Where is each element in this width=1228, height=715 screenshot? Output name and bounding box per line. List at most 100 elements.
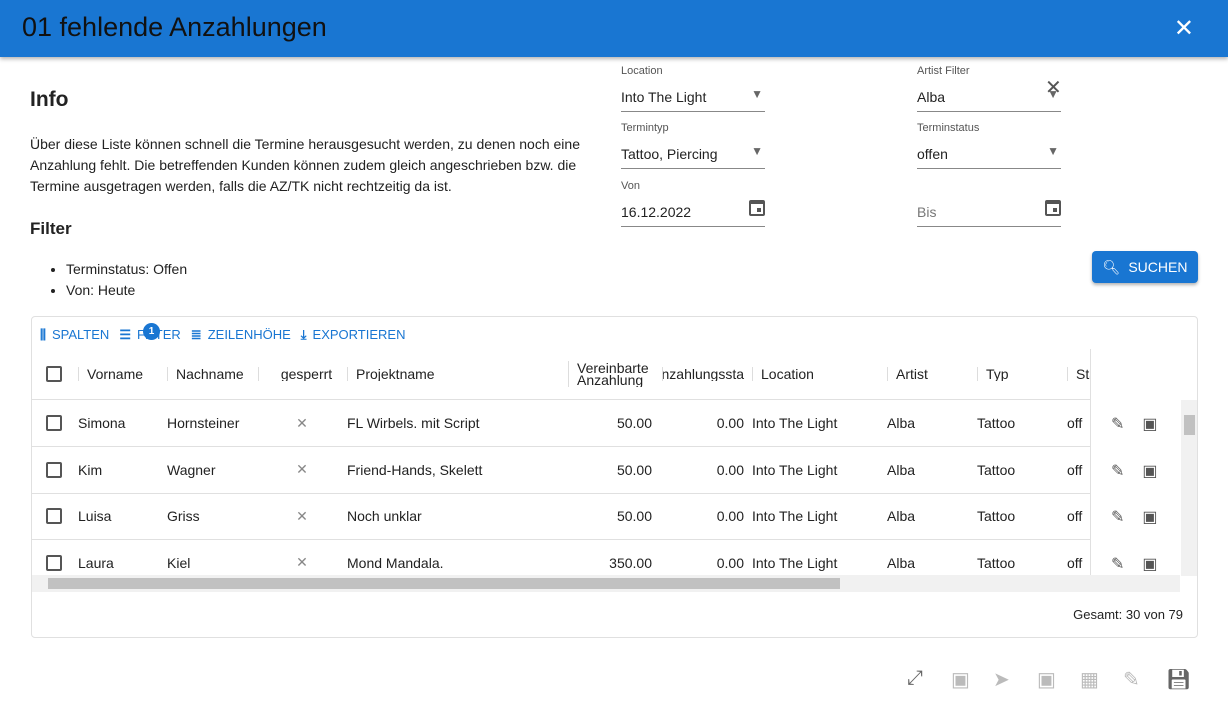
- column-header[interactable]: Anzahlungssta: [662, 367, 752, 381]
- von-label: Von: [621, 180, 640, 192]
- cell: off: [1067, 508, 1083, 524]
- search-button[interactable]: 🔍︎ SUCHEN: [1092, 251, 1198, 283]
- filter-icon: ☰: [119, 327, 131, 342]
- cell: 0.00: [716, 461, 744, 478]
- bis-date-field[interactable]: Bis: [917, 200, 1061, 227]
- cell: ✕: [296, 414, 308, 431]
- row-checkbox[interactable]: [46, 508, 62, 524]
- row-checkbox[interactable]: [46, 366, 62, 382]
- export-label: EXPORTIEREN: [312, 327, 406, 342]
- row-checkbox[interactable]: [46, 554, 62, 571]
- column-header[interactable]: Artist: [887, 367, 977, 381]
- horizontal-scrollbar[interactable]: [32, 575, 1180, 592]
- contact-icon: ▣: [1037, 669, 1056, 691]
- column-header[interactable]: Location: [752, 367, 886, 381]
- termintyp-select[interactable]: Termintyp Tattoo, Piercing ▼: [621, 122, 765, 169]
- filter-item: Terminstatus: Offen: [66, 259, 187, 280]
- cell: Noch unklar: [347, 508, 422, 524]
- data-grid: ⫼SPALTEN ☰FILTER ≣ZEILENHÖHE ⤓EXPORTIERE…: [31, 316, 1198, 638]
- column-header[interactable]: Vereinbarte Anzahlung: [568, 361, 660, 387]
- artist-value: Alba: [917, 89, 946, 105]
- dropdown-arrow-icon: ▼: [1047, 144, 1059, 158]
- column-header[interactable]: Projektname: [347, 367, 567, 381]
- columns-button[interactable]: ⫼ SPALTEN: [40, 327, 109, 343]
- calendar-icon[interactable]: [749, 200, 765, 216]
- location-select[interactable]: Location Into The Light ▼: [621, 65, 765, 112]
- table-row: Kim Wagner ✕ Friend-Hands, Skelett 50.00 0.00…: [32, 447, 1180, 494]
- cell: Into The Light: [752, 508, 838, 524]
- actions-column: ✎ ▣ ✎ ▣ ✎ ▣ ✎ ▣: [1090, 349, 1181, 575]
- edit-icon[interactable]: ✎: [1111, 507, 1124, 527]
- cell: Alba: [887, 508, 916, 524]
- cell: Griss: [167, 508, 200, 524]
- search-icon: 🔍︎: [1102, 258, 1121, 275]
- row-checkbox[interactable]: [46, 461, 62, 478]
- edit-icon: ✎: [1123, 669, 1140, 691]
- calendar-icon: ▦: [1080, 669, 1099, 691]
- cell: 0.00: [716, 508, 744, 524]
- artist-filter-select[interactable]: Artist Filter Alba ▼: [917, 65, 1061, 112]
- columns-label: SPALTEN: [51, 327, 110, 342]
- filter-item: Von: Heute: [66, 280, 187, 301]
- column-header[interactable]: gesperrt: [258, 367, 346, 381]
- checkbox-cell[interactable]: [46, 493, 62, 539]
- dropdown-arrow-icon: ▼: [751, 87, 763, 101]
- edit-icon[interactable]: ✎: [1111, 554, 1124, 574]
- close-icon[interactable]: ✕: [1174, 14, 1194, 43]
- filter-count-badge: 1: [143, 323, 160, 340]
- cell: 50.00: [616, 461, 652, 478]
- von-value: 16.12.2022: [621, 204, 692, 220]
- export-button[interactable]: ⤓ EXPORTIEREN: [301, 327, 406, 343]
- checkbox-cell[interactable]: [46, 400, 62, 446]
- bis-placeholder: Bis: [917, 204, 937, 220]
- table-row: Luisa Griss ✕ Noch unklar 50.00 0.00 Into The …: [32, 493, 1180, 540]
- column-header[interactable]: Sta: [1067, 367, 1092, 381]
- location-value: Into The Light: [621, 89, 707, 105]
- header-row: Vorname Nachname gesperrt Projektname Verein…: [32, 349, 1180, 400]
- checkbox-cell[interactable]: [46, 349, 62, 399]
- calendar-icon[interactable]: [1045, 200, 1061, 216]
- cell: ✕: [296, 461, 308, 477]
- row-checkbox[interactable]: [46, 415, 62, 431]
- density-button[interactable]: ≣ ZEILENHÖHE: [191, 327, 291, 343]
- density-icon: ≣: [190, 327, 202, 342]
- column-header[interactable]: Vorname: [78, 367, 166, 381]
- cell: Tattoo: [977, 508, 1016, 524]
- von-date-field[interactable]: Von 16.12.2022: [621, 180, 765, 227]
- cell: Tattoo: [977, 415, 1016, 431]
- dropdown-arrow-icon: ▼: [751, 144, 763, 158]
- cell: Friend-Hands, Skelett: [347, 461, 483, 478]
- contact-icon[interactable]: ▣: [1142, 554, 1157, 574]
- contact-icon[interactable]: ▣: [1142, 414, 1157, 434]
- calendar-remove-icon: ▣: [951, 669, 970, 691]
- terminstatus-select[interactable]: Terminstatus offen ▼: [917, 122, 1061, 169]
- info-description: Über diese Liste können schnell die Term…: [30, 136, 580, 194]
- density-label: ZEILENHÖHE: [207, 327, 291, 342]
- edit-icon[interactable]: ✎: [1111, 414, 1124, 434]
- send-icon: ➤: [993, 669, 1010, 691]
- edit-icon[interactable]: ✎: [1111, 461, 1124, 481]
- termintyp-value: Tattoo, Piercing: [621, 146, 718, 162]
- cell: Alba: [887, 461, 916, 478]
- save-icon[interactable]: 💾︎: [1166, 667, 1191, 692]
- grid-toolbar: ⫼SPALTEN ☰FILTER ≣ZEILENHÖHE ⤓EXPORTIERE…: [40, 323, 406, 343]
- location-label: Location: [621, 65, 663, 77]
- table-row: Simona Hornsteiner ✕ FL Wirbels. mit Script…: [32, 400, 1180, 447]
- column-header[interactable]: Nachname: [167, 367, 257, 381]
- cell: Wagner: [167, 461, 216, 478]
- cell: Into The Light: [752, 415, 838, 431]
- info-heading: Info: [30, 88, 69, 111]
- vertical-scrollbar[interactable]: [1181, 400, 1197, 576]
- columns-icon: ⫼: [40, 327, 46, 342]
- cell: off: [1067, 415, 1083, 431]
- checkbox-cell[interactable]: [46, 447, 62, 493]
- clear-artist-icon[interactable]: ✕: [1045, 75, 1062, 100]
- expand-icon[interactable]: ⤢: [907, 667, 923, 690]
- dialog-title: 01 fehlende Anzahlungen: [22, 12, 327, 42]
- column-header[interactable]: Typ: [977, 367, 1067, 381]
- contact-icon[interactable]: ▣: [1142, 507, 1157, 527]
- cell: ✕: [296, 507, 308, 524]
- contact-icon[interactable]: ▣: [1142, 461, 1157, 481]
- filter-heading: Filter: [30, 219, 72, 238]
- cell: FL Wirbels. mit Script: [347, 415, 480, 431]
